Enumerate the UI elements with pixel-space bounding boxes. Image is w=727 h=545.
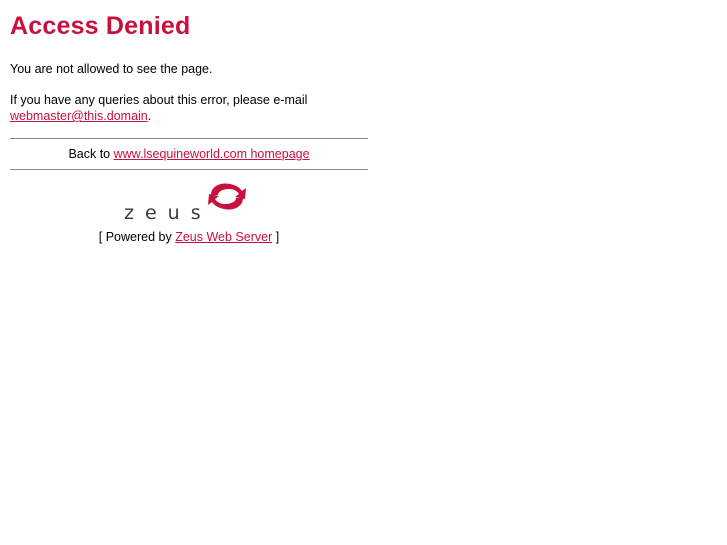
powered-by: [ Powered by Zeus Web Server ] — [10, 229, 368, 245]
webmaster-email-link[interactable]: webmaster@this.domain — [10, 109, 148, 123]
divider-top — [10, 138, 368, 139]
queries-message: If you have any queries about this error… — [10, 92, 370, 124]
queries-suffix: . — [147, 109, 152, 123]
powered-prefix: [ Powered by — [98, 230, 172, 244]
zeus-server-link[interactable]: Zeus Web Server — [175, 230, 272, 244]
logo-wordmark: zeus — [124, 202, 212, 224]
divider-bottom — [10, 169, 368, 170]
homepage-link[interactable]: www.lsequineworld.com homepage — [114, 147, 310, 161]
denied-message: You are not allowed to see the page. — [10, 62, 213, 76]
back-prefix: Back to — [68, 147, 111, 161]
page-title: Access Denied — [10, 12, 191, 40]
powered-suffix: ] — [275, 230, 280, 244]
error-page: Access Denied You are not allowed to see… — [0, 0, 727, 545]
back-line: Back to www.lsequineworld.com homepage — [10, 146, 368, 162]
zeus-logo: zeus — [120, 180, 260, 226]
queries-text: If you have any queries about this error… — [10, 93, 308, 107]
zeus-arrows-icon — [208, 183, 246, 210]
